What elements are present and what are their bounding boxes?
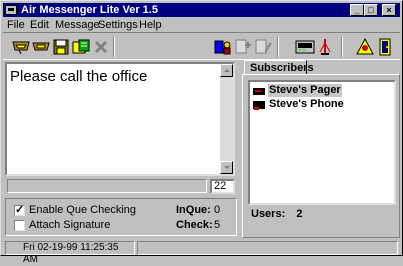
- send-icon[interactable]: [11, 37, 31, 57]
- app-icon[interactable]: [5, 5, 17, 15]
- modem-icon[interactable]: [295, 37, 315, 57]
- options-panel: Enable Que Checking Attach Signature InQ…: [5, 198, 237, 236]
- pager-icon: [252, 85, 266, 97]
- users-label: Users:: [251, 208, 286, 220]
- toolbar: [3, 32, 400, 60]
- char-count-field: 22: [210, 179, 235, 194]
- menu-help[interactable]: Help: [139, 18, 162, 32]
- tab-subscribers[interactable]: Subscribers: [244, 60, 314, 75]
- attach-signature-checkbox[interactable]: [14, 220, 25, 231]
- check-value: 5: [214, 219, 221, 231]
- check-label: Check:: [176, 219, 213, 231]
- attach-signature-label[interactable]: Attach Signature: [29, 219, 110, 231]
- status-datetime: Fri 02-19-99 11:25:35 AM: [5, 241, 135, 265]
- delete-icon[interactable]: [91, 37, 111, 57]
- title-bar[interactable]: Air Messenger Lite Ver 1.5 _ □ ×: [3, 3, 400, 17]
- send-progress-bar: [7, 179, 207, 193]
- subscribers-panel: Steve's Pager Steve's Phone Users: 2: [242, 74, 400, 238]
- app-window: Air Messenger Lite Ver 1.5 _ □ × File Ed…: [0, 0, 403, 265]
- save-icon[interactable]: [51, 37, 71, 57]
- menu-bar: File Edit Message Settings Help: [3, 18, 400, 32]
- status-bar: Fri 02-19-99 11:25:35 AM: [3, 241, 400, 265]
- status-message: [137, 241, 398, 255]
- enable-que-checkbox[interactable]: [14, 203, 25, 216]
- address-book-icon[interactable]: [71, 37, 91, 57]
- menu-settings[interactable]: Settings: [98, 18, 138, 32]
- subscriber-icon[interactable]: [213, 37, 233, 57]
- menu-edit[interactable]: Edit: [30, 18, 49, 32]
- toolbar-separator: [341, 37, 343, 57]
- subscriber-name: Steve's Pager: [268, 84, 342, 97]
- exit-icon[interactable]: [375, 37, 395, 57]
- subscriber-list[interactable]: Steve's Pager Steve's Phone: [248, 80, 396, 205]
- users-count: Users: 2: [251, 208, 302, 220]
- users-value: 2: [296, 208, 303, 220]
- close-button[interactable]: ×: [382, 4, 396, 16]
- scroll-down-button[interactable]: [220, 161, 233, 174]
- menu-message[interactable]: Message: [55, 18, 100, 32]
- menu-file[interactable]: File: [7, 18, 25, 32]
- receive-icon[interactable]: [31, 37, 51, 57]
- inque-value: 0: [214, 204, 221, 216]
- message-text: Please call the office: [10, 68, 148, 85]
- toolbar-separator: [113, 37, 115, 57]
- minimize-button[interactable]: _: [350, 4, 364, 16]
- enable-que-label[interactable]: Enable Que Checking: [29, 204, 136, 216]
- window-title: Air Messenger Lite Ver 1.5: [21, 4, 158, 16]
- alert-icon[interactable]: [355, 37, 375, 57]
- message-scrollbar[interactable]: [220, 64, 233, 174]
- subscriber-name: Steve's Phone: [269, 98, 344, 110]
- toolbar-separator: [277, 37, 279, 57]
- antenna-icon[interactable]: [315, 37, 335, 57]
- maximize-button[interactable]: □: [364, 4, 378, 16]
- phone-icon: [252, 99, 266, 111]
- add-subscriber-icon[interactable]: [233, 37, 253, 57]
- scroll-up-button[interactable]: [220, 64, 233, 77]
- edit-subscriber-icon[interactable]: [253, 37, 273, 57]
- inque-label: InQue:: [176, 204, 211, 216]
- message-textarea[interactable]: Please call the office: [5, 62, 235, 176]
